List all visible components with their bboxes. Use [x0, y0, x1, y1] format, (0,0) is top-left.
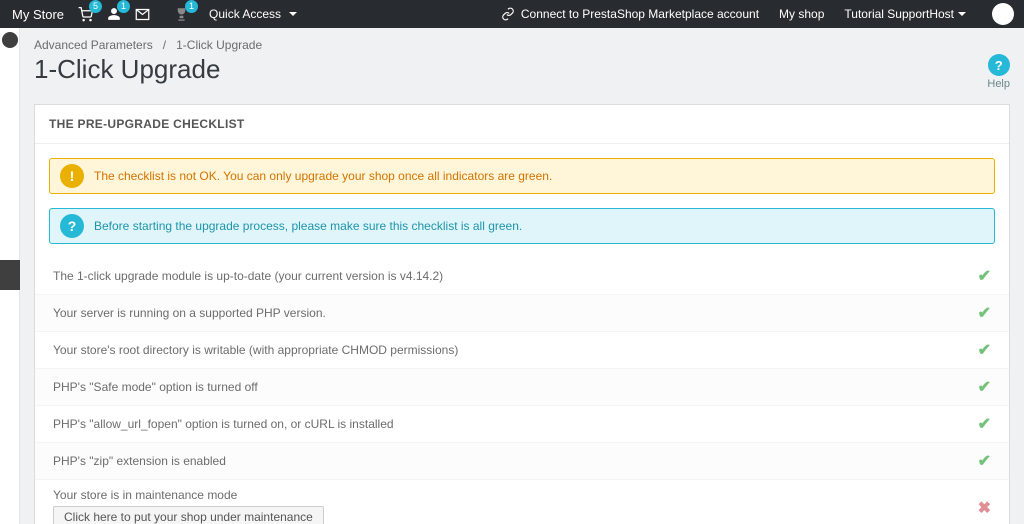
- checklist-item-label: Your server is running on a supported PH…: [53, 306, 326, 320]
- mail-icon[interactable]: [135, 7, 150, 22]
- check-fail-icon: ✖: [978, 498, 991, 518]
- check-ok-icon: ✔: [978, 377, 991, 397]
- page-body: Advanced Parameters / 1-Click Upgrade 1-…: [20, 28, 1024, 524]
- checklist-panel: THE PRE-UPGRADE CHECKLIST ! The checklis…: [34, 104, 1010, 524]
- quick-access-label: Quick Access: [209, 7, 281, 21]
- sidebar-collapsed: [0, 28, 20, 524]
- checklist-item: Your store's root directory is writable …: [35, 331, 1009, 368]
- check-ok-icon: ✔: [978, 303, 991, 323]
- checklist-item: Your store is in maintenance mode Click h…: [35, 479, 1009, 524]
- help-icon: ?: [988, 54, 1010, 76]
- breadcrumb-current: 1-Click Upgrade: [176, 38, 262, 52]
- tutorial-link[interactable]: Tutorial SupportHost: [844, 7, 966, 21]
- check-ok-icon: ✔: [978, 451, 991, 471]
- checklist-item-label: Your store's root directory is writable …: [53, 343, 458, 357]
- trophy-icon[interactable]: 1: [174, 7, 189, 22]
- checklist-item: PHP's "allow_url_fopen" option is turned…: [35, 405, 1009, 442]
- checklist-item-body: PHP's "Safe mode" option is turned off: [53, 380, 258, 394]
- help-button[interactable]: ? Help: [987, 54, 1010, 90]
- topbar: My Store 5 1 1 Quick Access Connect to P…: [0, 0, 1024, 28]
- checklist-item-label: PHP's "Safe mode" option is turned off: [53, 380, 258, 394]
- alert-checklist-info: ? Before starting the upgrade process, p…: [49, 208, 995, 244]
- sidebar-dot: [2, 32, 18, 48]
- checklist-item-body: PHP's "zip" extension is enabled: [53, 454, 226, 468]
- checklist-item: Your server is running on a supported PH…: [35, 294, 1009, 331]
- check-ok-icon: ✔: [978, 340, 991, 360]
- breadcrumb-sep: /: [163, 38, 166, 52]
- checklist-item-body: Your store is in maintenance mode Click h…: [53, 488, 324, 524]
- checklist-item: PHP's "Safe mode" option is turned off ✔: [35, 368, 1009, 405]
- checklist-item-label: PHP's "zip" extension is enabled: [53, 454, 226, 468]
- checklist-item-body: Your store's root directory is writable …: [53, 343, 458, 357]
- checklist-item-body: Your server is running on a supported PH…: [53, 306, 326, 320]
- checklist-item-body: PHP's "allow_url_fopen" option is turned…: [53, 417, 394, 431]
- checklist: The 1-click upgrade module is up-to-date…: [35, 258, 1009, 524]
- topbar-left: My Store 5 1 1 Quick Access: [12, 7, 297, 22]
- breadcrumb-parent[interactable]: Advanced Parameters: [34, 38, 153, 52]
- checklist-item: The 1-click upgrade module is up-to-date…: [35, 258, 1009, 294]
- info-icon: ?: [60, 214, 84, 238]
- brand-title[interactable]: My Store: [12, 7, 64, 22]
- breadcrumb: Advanced Parameters / 1-Click Upgrade: [20, 28, 1024, 54]
- checklist-item-label: Your store is in maintenance mode: [53, 488, 324, 502]
- checklist-item-label: The 1-click upgrade module is up-to-date…: [53, 269, 443, 283]
- my-shop-link[interactable]: My shop: [779, 7, 824, 21]
- panel-heading: THE PRE-UPGRADE CHECKLIST: [35, 105, 1009, 144]
- marketplace-label: Connect to PrestaShop Marketplace accoun…: [521, 7, 759, 21]
- user-badge: 1: [117, 0, 130, 13]
- maintenance-mode-button[interactable]: Click here to put your shop under mainte…: [53, 506, 324, 524]
- alert-checklist-not-ok: ! The checklist is not OK. You can only …: [49, 158, 995, 194]
- page-title-wrap: 1-Click Upgrade ? Help: [20, 54, 1024, 104]
- check-ok-icon: ✔: [978, 414, 991, 434]
- checklist-item: PHP's "zip" extension is enabled ✔: [35, 442, 1009, 479]
- warning-icon: !: [60, 164, 84, 188]
- user-icon[interactable]: 1: [107, 7, 121, 21]
- checklist-item-label: PHP's "allow_url_fopen" option is turned…: [53, 417, 394, 431]
- marketplace-link[interactable]: Connect to PrestaShop Marketplace accoun…: [501, 7, 759, 21]
- link-icon: [501, 7, 515, 21]
- page-title: 1-Click Upgrade: [34, 54, 220, 85]
- check-ok-icon: ✔: [978, 266, 991, 286]
- quick-access-menu[interactable]: Quick Access: [209, 7, 297, 21]
- trophy-badge: 1: [185, 0, 198, 13]
- topbar-right: Connect to PrestaShop Marketplace accoun…: [501, 3, 1014, 25]
- alert-info-text: Before starting the upgrade process, ple…: [94, 219, 522, 233]
- cart-badge: 5: [89, 0, 102, 13]
- checklist-item-body: The 1-click upgrade module is up-to-date…: [53, 269, 443, 283]
- avatar[interactable]: [992, 3, 1014, 25]
- alert-warn-text: The checklist is not OK. You can only up…: [94, 169, 552, 183]
- help-label: Help: [987, 78, 1010, 90]
- cart-icon[interactable]: 5: [78, 7, 93, 22]
- sidebar-active-indicator: [0, 260, 20, 290]
